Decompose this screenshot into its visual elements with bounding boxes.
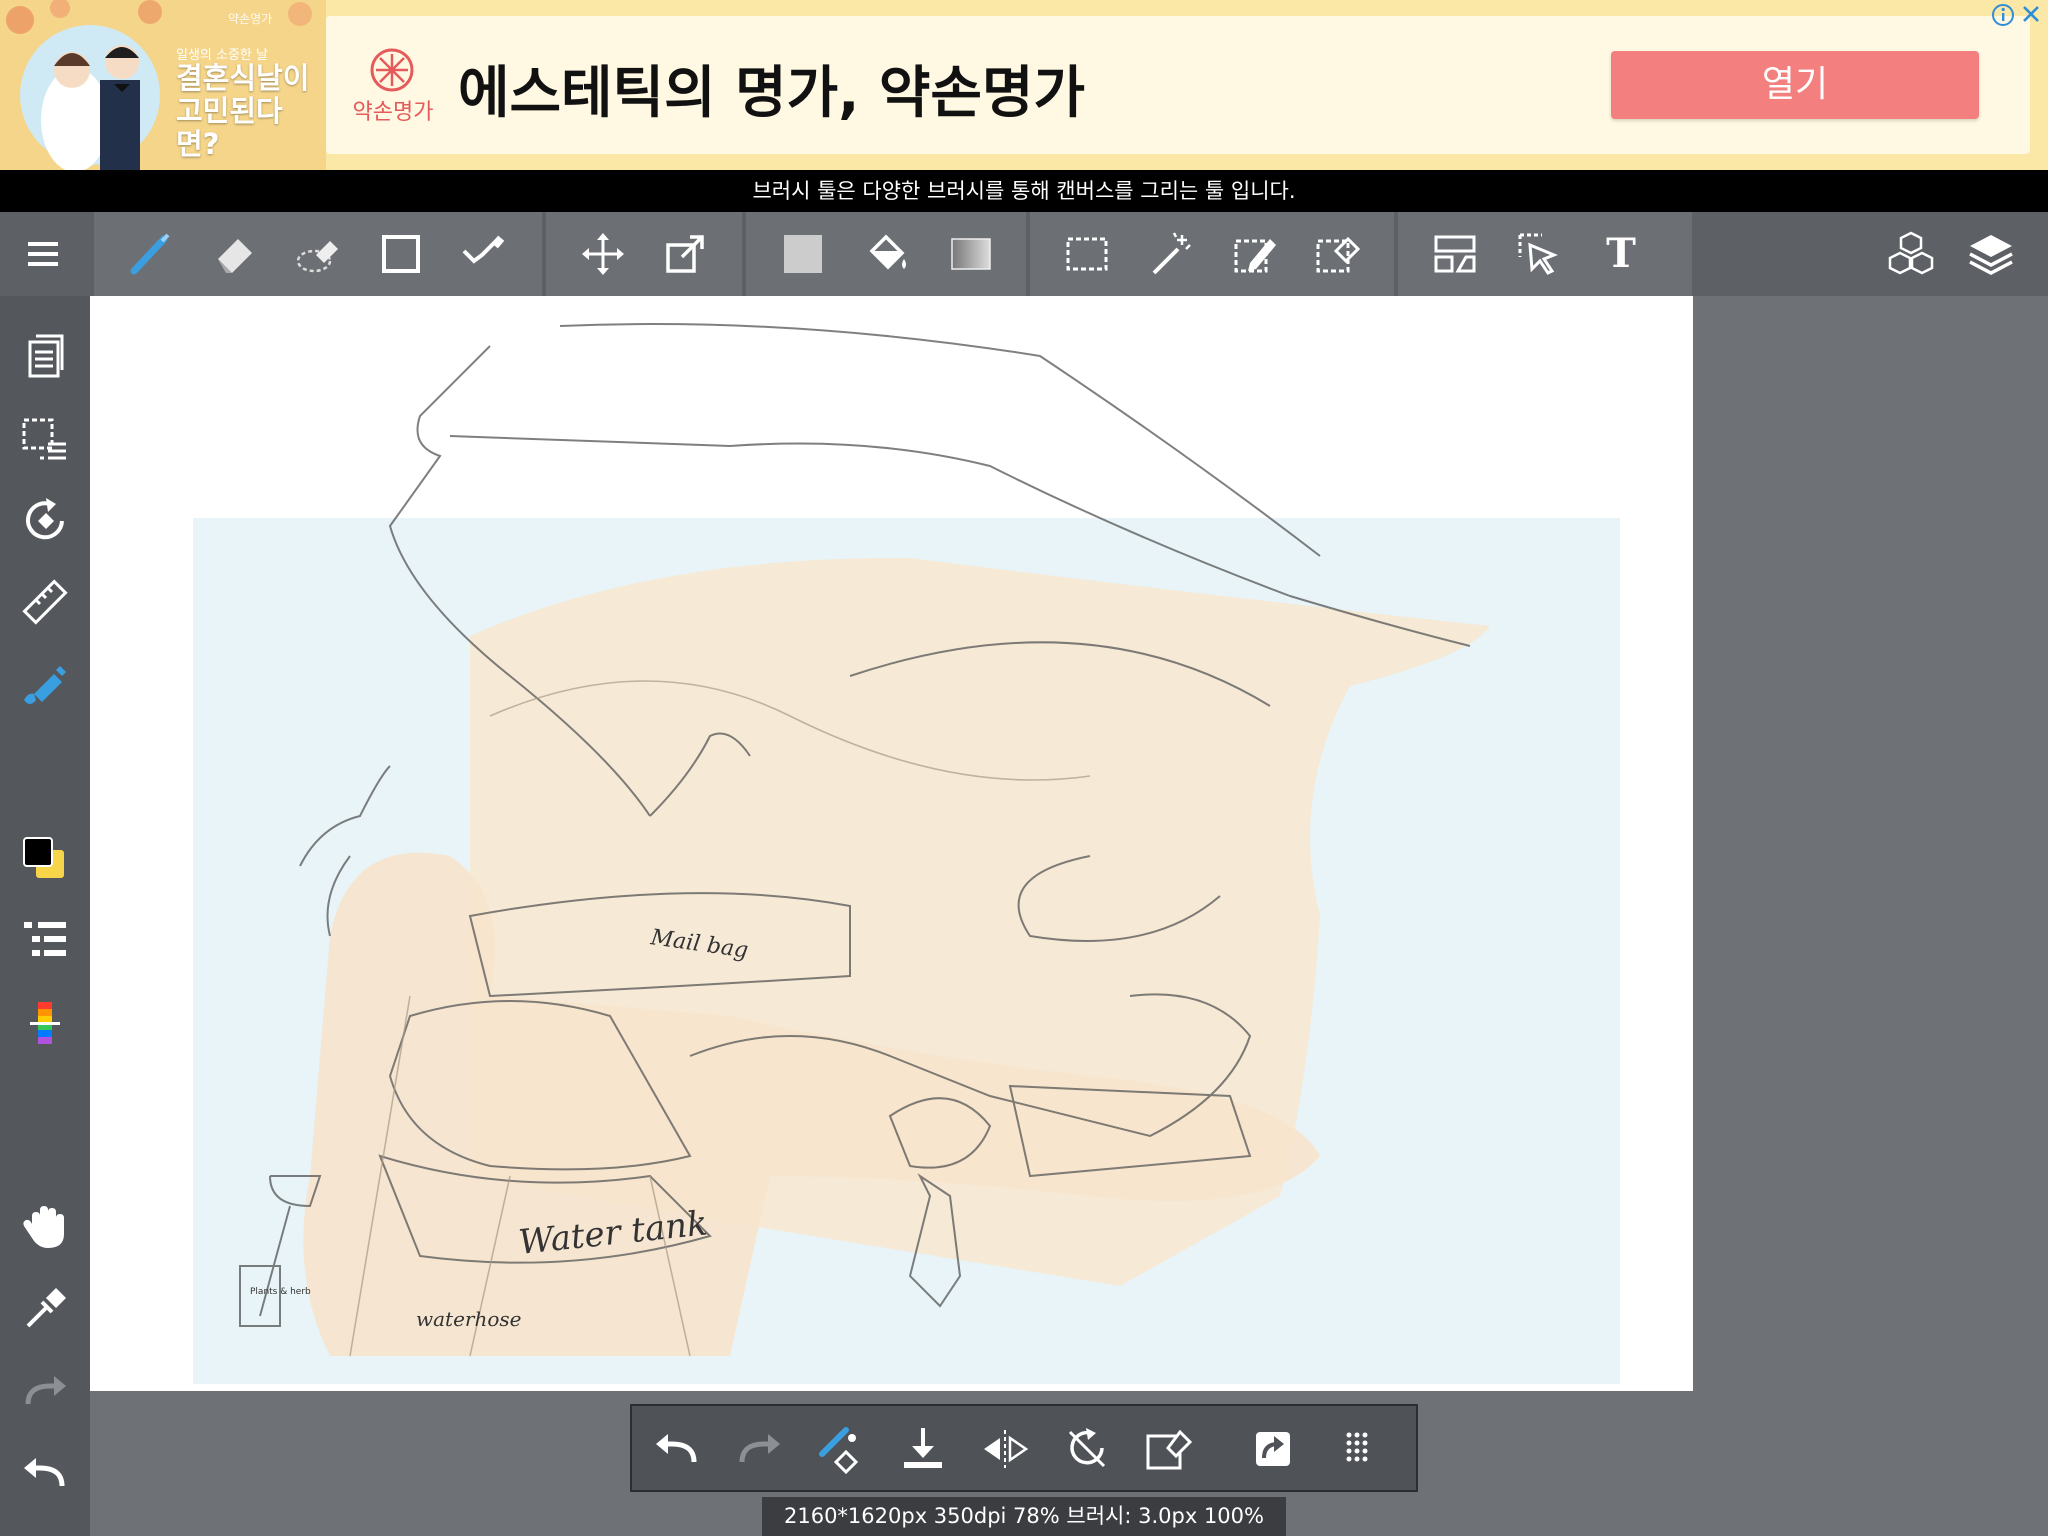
transform-tools-group [546,212,742,296]
dragon-sketch-artwork: Mail bag Water tank waterhose Plants & h… [193,323,1620,1384]
shape-tool-icon[interactable] [376,229,426,279]
eraser-tool-icon[interactable] [210,229,260,279]
ad-choices[interactable] [1990,2,2046,28]
left-sidebar [0,296,90,1536]
ad-banner-tag: 약손명가 [228,12,273,26]
edit-brush-icon[interactable] [20,660,70,710]
ad-headline[interactable]: 에스테틱의 명가, 약손명가 [458,48,1085,129]
dot-pen-tool-icon[interactable] [458,229,508,279]
flip-horizontal-icon[interactable] [980,1424,1030,1474]
grid-menu-icon[interactable] [1332,1424,1382,1474]
text-tool-icon[interactable]: T [1596,229,1646,279]
page-manager-icon[interactable] [20,332,70,382]
bottom-action-bar [630,1404,1418,1492]
bucket-tool-icon[interactable] [862,229,912,279]
selection-layer-icon[interactable] [20,414,70,464]
select-pen-tool-icon[interactable] [1230,229,1280,279]
canvas-status-bar: 2160*1620px 350dpi 78% 브러시: 3.0px 100% [762,1497,1286,1536]
tool-tip-bar: 브러시 툴은 다양한 브러시를 통해 캔버스를 그리는 툴 입니다. [0,170,2048,212]
ad-banner[interactable]: 약손명가 일생의 소중한 날 결혼식날이 고민된다면? 약손명가 에스테틱의 명… [0,0,2048,170]
book-label: Plants & herb [250,1287,311,1297]
eyedropper-icon[interactable] [20,1284,70,1334]
info-icon[interactable] [1992,4,2014,26]
ad-wedding-image[interactable]: 약손명가 일생의 소중한 날 결혼식날이 고민된다면? [0,0,326,170]
gradient-tool-icon[interactable] [946,229,996,279]
brush-tool-icon[interactable] [126,229,176,279]
brush-settings-icon[interactable] [816,1424,866,1475]
material-icon[interactable] [1886,229,1936,279]
fill-rect-tool-icon[interactable] [778,229,828,279]
ad-open-button[interactable]: 열기 [1611,51,1979,119]
close-icon[interactable] [2023,6,2039,22]
operation-tool-icon[interactable] [1514,229,1564,279]
drawing-canvas[interactable]: Mail bag Water tank waterhose Plants & h… [90,296,1693,1391]
magic-wand-tool-icon[interactable] [1146,229,1196,279]
hand-tool-icon[interactable] [20,1202,70,1252]
hamburger-menu-icon[interactable] [18,229,68,279]
color-palette-icon[interactable] [20,998,70,1048]
ad-banner-title: 결혼식날이 고민된다면? [176,61,310,161]
undo-icon[interactable] [20,1448,70,1498]
water-hose-label: waterhose [416,1307,522,1331]
top-toolbar: T [0,212,2048,296]
blur-eraser-tool-icon[interactable] [294,229,344,279]
rotate-reset-icon[interactable] [1062,1424,1112,1474]
save-download-icon[interactable] [898,1424,948,1474]
rect-select-tool-icon[interactable] [1062,229,1112,279]
share-icon[interactable] [1248,1424,1298,1474]
redo-icon[interactable] [20,1366,70,1416]
ad-brand-name: 약손명가 [352,100,434,125]
ruler-icon[interactable] [20,578,70,628]
snap-icon[interactable] [20,496,70,546]
brush-list-icon[interactable] [20,916,70,966]
redo-button-icon[interactable] [734,1424,784,1474]
frame-divider-tool-icon[interactable] [1430,229,1480,279]
clear-layer-icon[interactable] [1144,1424,1194,1474]
color-swatch-icon[interactable] [20,834,70,884]
select-eraser-tool-icon[interactable] [1312,229,1362,279]
undo-button-icon[interactable] [652,1424,702,1474]
layers-icon[interactable] [1966,229,2016,279]
move-tool-icon[interactable] [578,229,628,279]
transform-tool-icon[interactable] [660,229,710,279]
